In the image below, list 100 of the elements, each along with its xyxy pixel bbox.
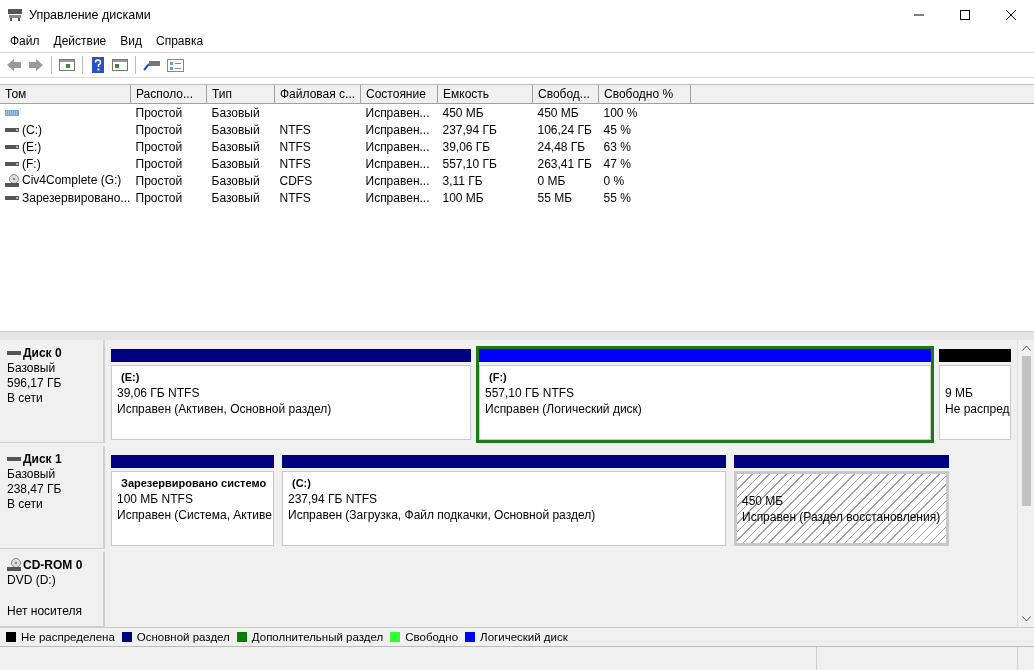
table-cell-text: 0 % (602, 172, 626, 189)
table-cell-text: NTFS (278, 155, 312, 172)
table-cell-text: Базовый (210, 138, 261, 155)
table-cell: 450 МБ (437, 103, 533, 121)
volume-name: (F:) (22, 156, 41, 171)
legend-label: Свободно (405, 631, 459, 643)
close-icon[interactable] (1006, 10, 1016, 20)
table-cell-text: CDFS (278, 172, 314, 189)
disk-info: 238,47 ГБ (7, 482, 63, 497)
legend-label: Основной раздел (136, 631, 230, 643)
disk-info: Базовый (7, 467, 57, 482)
partition-status: Не распред (945, 401, 1010, 417)
table-cell-text: 237,94 ГБ (441, 121, 498, 138)
partition-status: Исправен (Активен, Основной раздел) (117, 401, 333, 417)
partition[interactable]: 450 МБ Исправен (Раздел восстановления) (731, 452, 952, 549)
disk-name: CD-ROM 0 (23, 558, 83, 572)
table-cell-text: 47 % (602, 155, 632, 172)
disk-info: Базовый (7, 361, 57, 376)
table-cell-text: 63 % (602, 138, 632, 155)
table-cell-text: Исправен... (364, 172, 431, 189)
table-cell-text: Базовый (210, 172, 261, 189)
menu-item[interactable]: Файл (3, 32, 47, 50)
table-cell-text: Простой (134, 121, 184, 138)
table-cell: Исправен... (360, 103, 438, 121)
disk-info: DVD (D:) (7, 573, 57, 588)
scroll-up-icon[interactable] (1021, 345, 1031, 351)
table-cell: Простой (130, 103, 207, 121)
disk-name: Диск 1 (23, 452, 62, 466)
table-cell-text: 0 МБ (536, 172, 567, 189)
partition-name: Зарезервировано системо (120, 476, 268, 491)
disk-label[interactable]: CD-ROM 0 DVD (D:) Нет носителя (0, 552, 105, 627)
partition[interactable]: Зарезервировано системо 100 МБ NTFS Исправен (Система, Активе (108, 452, 277, 549)
table-cell-text: NTFS (278, 121, 312, 138)
partition-name: (E:) (120, 370, 141, 385)
partition-status: Исправен (Система, Активе (117, 507, 273, 523)
table-cell: 100 % (598, 103, 691, 121)
legend-label: Дополнительный раздел (251, 631, 384, 643)
disk-label[interactable]: Диск 1 Базовый 238,47 ГБ В сети (0, 446, 105, 549)
cd-drive-icon (7, 558, 21, 572)
menu-item[interactable]: Вид (113, 32, 149, 50)
disk-info: 596,17 ГБ (7, 376, 63, 391)
partition-size: 450 МБ (742, 493, 785, 509)
column-header[interactable]: Свободно % (598, 85, 691, 104)
column-header[interactable]: Тип (206, 85, 275, 104)
scroll-thumb[interactable] (1021, 356, 1031, 506)
partition-size: 9 МБ (945, 385, 974, 401)
table-cell-text: 106,24 ГБ (536, 121, 593, 138)
legend-label: Логический диск (480, 631, 568, 643)
help-icon[interactable] (90, 57, 106, 73)
forward-arrow-icon[interactable] (28, 57, 44, 73)
column-header[interactable]: Файловая с... (274, 85, 361, 104)
table-cell-text: 557,10 ГБ (441, 155, 498, 172)
panel-icon[interactable] (59, 57, 75, 73)
partition[interactable]: (E:) 39,06 ГБ NTFS Исправен (Активен, Основной раздел) (108, 346, 474, 443)
table-cell: Базовый (206, 103, 275, 121)
table-cell: 450 МБ (532, 103, 599, 121)
table-cell-text: 55 % (602, 189, 632, 206)
table-cell-text: Базовый (210, 155, 261, 172)
app-icon (7, 8, 23, 22)
partition-status: Исправен (Раздел восстановления) (742, 509, 942, 525)
column-header[interactable]: Емкость (437, 85, 533, 104)
partition-size: 237,94 ГБ NTFS (288, 491, 379, 507)
drive-icon (7, 455, 21, 463)
menu-item[interactable]: Справка (149, 32, 211, 50)
partition-status: Исправен (Загрузка, Файл подкачки, Основной раздел) (288, 507, 597, 523)
properties-icon[interactable] (167, 57, 185, 73)
volume-name: (C:) (22, 122, 42, 137)
partition-name: (C:) (291, 476, 312, 491)
maximize-icon[interactable] (960, 10, 970, 20)
table-cell-text: Простой (134, 138, 184, 155)
back-arrow-icon[interactable] (6, 57, 22, 73)
partition[interactable]: (F:) 557,10 ГБ NTFS Исправен (Логический диск) (476, 346, 934, 443)
partition-size: 39,06 ГБ NTFS (117, 385, 201, 401)
legend-label: Не распределена (21, 631, 115, 643)
partition-size: 557,10 ГБ NTFS (485, 385, 576, 401)
table-cell-text: 39,06 ГБ (441, 138, 492, 155)
scrollbar[interactable] (1017, 340, 1034, 627)
column-header[interactable]: Располо... (130, 85, 207, 104)
scroll-down-icon[interactable] (1021, 616, 1031, 622)
menu-item[interactable]: Действие (46, 32, 114, 50)
panel-icon[interactable] (112, 57, 128, 73)
disk-name: Диск 0 (23, 346, 62, 360)
table-cell-text: 55 МБ (536, 189, 574, 206)
table-cell-text: Базовый (210, 121, 261, 138)
window-title: Управление дисками (29, 8, 151, 22)
column-header[interactable]: Состояние (360, 85, 438, 104)
table-cell-text: 263,41 ГБ (536, 155, 593, 172)
column-header[interactable]: Свобод... (532, 85, 599, 104)
disk-label[interactable]: Диск 0 Базовый 596,17 ГБ В сети (0, 340, 105, 443)
table-cell-text: 100 МБ (441, 189, 485, 206)
disk-info: В сети (7, 497, 44, 512)
column-header[interactable]: Том (0, 85, 131, 104)
partition-size: 100 МБ NTFS (117, 491, 194, 507)
table-cell-text: 3,11 ГБ (441, 172, 484, 189)
table-cell-text: Простой (134, 172, 184, 189)
volume-name: Civ4Complete (G:) (22, 173, 122, 188)
table-cell-text: 45 % (602, 121, 632, 138)
table-cell-text: 24,48 ГБ (536, 138, 587, 155)
partition[interactable]: (C:) 237,94 ГБ NTFS Исправен (Загрузка, Файл подкачки, Основной раздел) (279, 452, 729, 549)
partition[interactable]: 9 МБ Не распред (936, 346, 1014, 443)
